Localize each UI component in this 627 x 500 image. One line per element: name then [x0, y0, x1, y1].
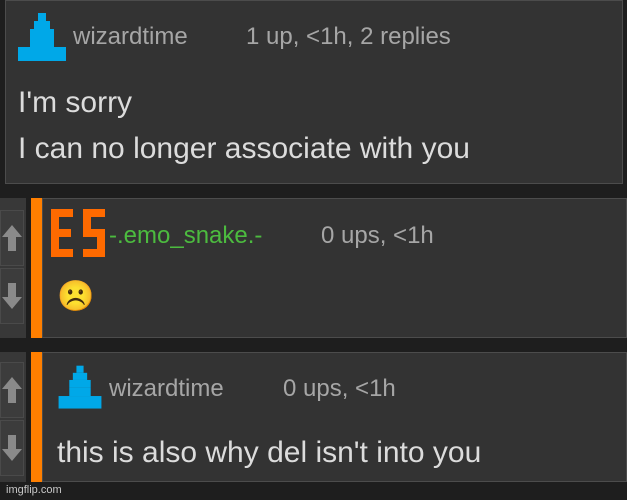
comment-text-line: I'm sorry [18, 86, 133, 119]
reply-thread-bar [31, 198, 42, 338]
emo-snake-avatar-icon[interactable] [51, 209, 107, 259]
watermark: imgflip.com [6, 484, 62, 496]
reply-card: wizardtime 0 ups, <1h this is also why d… [42, 352, 627, 482]
comment-meta: 0 ups, <1h [321, 222, 434, 249]
comment-text-line: ☹️ [57, 280, 95, 313]
downvote-button[interactable] [0, 268, 24, 324]
upvote-button[interactable] [0, 362, 24, 418]
comment-text-line: I can no longer associate with you [18, 132, 470, 165]
comment-username[interactable]: wizardtime [109, 375, 224, 403]
comment-meta: 1 up, <1h, 2 replies [246, 23, 451, 50]
comment-card: wizardtime 1 up, <1h, 2 replies I'm sorr… [5, 0, 623, 184]
upvote-arrow-icon [2, 225, 22, 251]
comment-text-line: this is also why del isn't into you [57, 436, 482, 469]
wizard-avatar-icon[interactable] [55, 365, 105, 411]
reply-thread-bar [31, 352, 42, 482]
comment-username[interactable]: wizardtime [73, 23, 188, 51]
upvote-arrow-icon [2, 377, 22, 403]
downvote-button[interactable] [0, 420, 24, 476]
downvote-arrow-icon [2, 283, 22, 309]
downvote-arrow-icon [2, 435, 22, 461]
reply-card: -.emo_snake.- 0 ups, <1h ☹️ [42, 198, 627, 338]
wizard-avatar-icon[interactable] [14, 13, 70, 63]
comment-meta: 0 ups, <1h [283, 375, 396, 402]
upvote-button[interactable] [0, 210, 24, 266]
comment-username[interactable]: -.emo_snake.- [109, 222, 262, 250]
